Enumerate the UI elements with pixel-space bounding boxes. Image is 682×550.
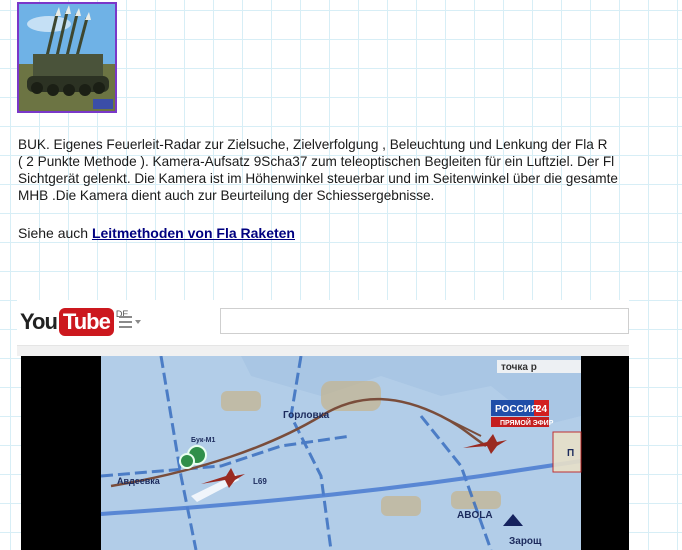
- buk-system-thumbnail[interactable]: [17, 2, 117, 113]
- youtube-embed-header: You Tube DE: [17, 300, 629, 346]
- youtube-logo-you: You: [20, 309, 58, 334]
- guidance-methods-link[interactable]: Leitmethoden von Fla Raketen: [92, 225, 295, 241]
- channel-number: 24: [536, 404, 548, 415]
- map-label-buk: Бук-М1: [191, 437, 215, 444]
- article-line-2: ( 2 Punkte Methode ). Kamera-Aufsatz 9Sc…: [18, 154, 615, 169]
- see-also-line: Siehe auch Leitmethoden von Fla Raketen: [18, 225, 295, 241]
- video-player[interactable]: Горловка Авдеевка L69 Бук-М1 ABOLA Зарощ…: [21, 356, 629, 550]
- channel-badge: РОССИЯ 24 ПРЯМОЙ ЭФИР: [491, 400, 554, 427]
- channel-name: РОССИЯ: [495, 404, 538, 415]
- youtube-header-divider: [17, 346, 629, 356]
- map-label-tochka: точка р: [501, 362, 537, 373]
- map-label-gorlovka: Горловка: [283, 410, 330, 421]
- video-frame-map: Горловка Авдеевка L69 Бук-М1 ABOLA Зарощ…: [100, 356, 582, 550]
- youtube-logo[interactable]: You Tube DE: [20, 308, 128, 336]
- map-label-zarosh: Зарощ: [509, 536, 542, 547]
- youtube-search-input[interactable]: [220, 308, 629, 334]
- article-line-4: MHB .Die Kamera dient auch zur Beurteilu…: [18, 188, 435, 203]
- chevron-down-icon: [135, 320, 141, 324]
- guide-menu-icon[interactable]: [119, 315, 141, 329]
- map-label-road: L69: [253, 477, 267, 486]
- youtube-logo-tube: Tube: [58, 308, 114, 336]
- see-also-prefix: Siehe auch: [18, 225, 92, 241]
- map-label-abola: ABOLA: [457, 510, 493, 521]
- channel-live-label: ПРЯМОЙ ЭФИР: [500, 418, 554, 427]
- map-label-avdeevka: Авдеевка: [117, 476, 161, 486]
- article-text: BUK. Eigenes Feuerleit-Radar zur Zielsuc…: [18, 136, 682, 204]
- article-line-1: BUK. Eigenes Feuerleit-Radar zur Zielsuc…: [18, 137, 608, 152]
- article-line-3: Sichtgerät gelenkt. Die Kamera ist im Hö…: [18, 171, 618, 186]
- map-label-right-edge: П: [567, 448, 574, 459]
- buk-launcher-image: [19, 4, 115, 111]
